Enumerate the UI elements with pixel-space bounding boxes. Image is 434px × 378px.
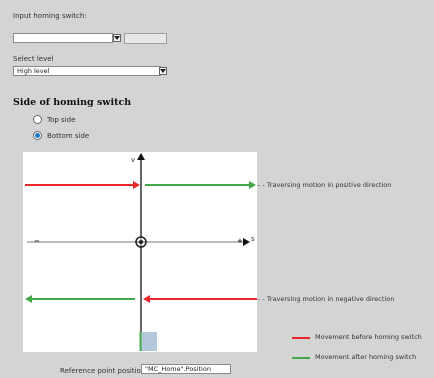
positive-before-arrowhead — [133, 181, 140, 189]
chevron-down-icon — [160, 68, 166, 73]
radio-selected-dot — [35, 133, 40, 138]
side-of-homing-switch-title: Side of homing switch — [13, 97, 132, 108]
select-level-dropdown[interactable]: High level — [13, 66, 161, 76]
input-homing-switch-label: Input homing switch: — [13, 12, 87, 20]
v-axis-arrowhead — [137, 153, 145, 160]
s-axis-label: s — [251, 235, 255, 243]
bottom-side-label: Bottom side — [47, 132, 90, 140]
homing-diagram: v s − + — [23, 152, 257, 352]
top-side-label: Top side — [47, 116, 76, 124]
homing-diagram-svg — [25, 153, 257, 351]
s-axis-arrowhead — [243, 238, 250, 246]
top-side-radio[interactable] — [33, 115, 42, 124]
negative-before-arrowhead — [143, 295, 150, 303]
plus-direction-label: + — [237, 237, 243, 245]
positive-after-arrowhead — [249, 181, 256, 189]
bottom-side-radio[interactable] — [33, 131, 42, 140]
legend-before-swatch — [292, 337, 310, 339]
origin-target-icon — [135, 236, 147, 248]
negative-direction-annotation: - - Traversing motion in negative direct… — [258, 295, 395, 303]
legend-after-swatch — [292, 357, 310, 359]
negative-after-arrowhead — [25, 295, 32, 303]
v-axis-label: v — [131, 156, 136, 164]
homing-switch-dropdown-button[interactable] — [113, 34, 121, 42]
chevron-down-icon — [114, 35, 120, 40]
reference-point-label: Reference point position: — [60, 367, 148, 375]
homing-switch-browse-button[interactable] — [124, 33, 167, 44]
legend-after-label: Movement after homing switch — [315, 353, 417, 361]
positive-direction-annotation: - - Traversing motion in positive direct… — [258, 181, 392, 189]
homing-switch-input[interactable] — [13, 33, 113, 43]
select-level-label: Select level — [13, 55, 54, 63]
reference-point-input[interactable]: "MC_Home".Position — [141, 364, 231, 374]
legend-before-label: Movement before homing switch — [315, 333, 422, 341]
select-level-dropdown-button[interactable] — [159, 67, 167, 75]
minus-direction-label: − — [34, 237, 40, 245]
homing-switch-marker — [141, 332, 157, 351]
